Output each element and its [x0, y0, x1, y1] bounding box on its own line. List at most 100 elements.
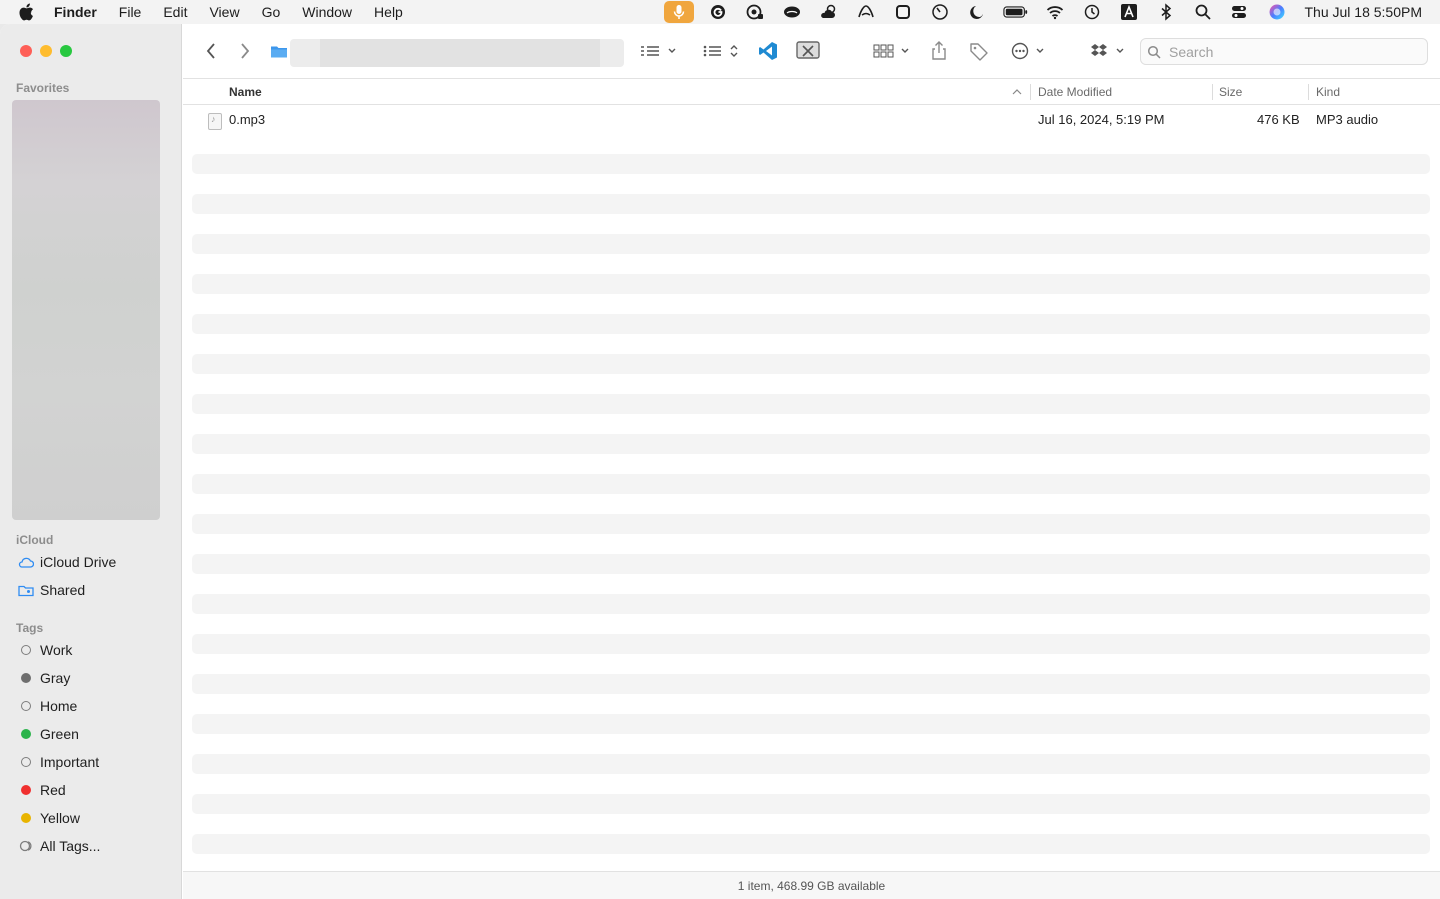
- tag-green-dot-icon: [21, 729, 31, 739]
- tag-home[interactable]: Home: [18, 696, 77, 716]
- sort-ascending-icon[interactable]: [1012, 79, 1022, 105]
- focus-moon-icon[interactable]: [964, 2, 990, 22]
- zoom-window-button[interactable]: [60, 45, 72, 57]
- column-size[interactable]: Size: [1219, 79, 1242, 105]
- menu-window[interactable]: Window: [302, 4, 352, 20]
- dropbox-button[interactable]: [1089, 38, 1129, 64]
- empty-row: [192, 714, 1430, 734]
- menu-edit[interactable]: Edit: [163, 4, 187, 20]
- column-kind[interactable]: Kind: [1316, 79, 1340, 105]
- file-date-modified: Jul 16, 2024, 5:19 PM: [1038, 112, 1165, 127]
- more-actions-button[interactable]: [1009, 38, 1049, 64]
- empty-row: [192, 834, 1430, 854]
- menu-bar: Finder File Edit View Go Window Help Thu…: [0, 0, 1440, 24]
- column-divider[interactable]: [1308, 84, 1309, 100]
- microphone-icon[interactable]: [664, 1, 695, 23]
- empty-row: [192, 314, 1430, 334]
- spotlight-search-icon[interactable]: [1190, 2, 1216, 22]
- tag-label: All Tags...: [40, 838, 101, 854]
- chevron-right-icon: [241, 43, 250, 59]
- empty-row: [192, 354, 1430, 374]
- wifi-icon[interactable]: [1042, 2, 1068, 22]
- apple-menu-icon[interactable]: [18, 3, 40, 21]
- search-field[interactable]: Search: [1140, 38, 1428, 65]
- tag-empty-dot-icon: [21, 701, 31, 711]
- grammarly-icon[interactable]: [705, 2, 731, 22]
- menu-go[interactable]: Go: [262, 4, 281, 20]
- empty-row: [192, 154, 1430, 174]
- forward-button[interactable]: [235, 38, 255, 64]
- table-row[interactable]: 0.mp3 Jul 16, 2024, 5:19 PM 476 KB MP3 a…: [183, 109, 1440, 131]
- app-square-icon[interactable]: [890, 2, 916, 22]
- arc-icon[interactable]: [853, 2, 879, 22]
- tag-label: Gray: [40, 670, 71, 686]
- column-divider[interactable]: [1030, 84, 1031, 100]
- group-by-button[interactable]: [701, 38, 741, 64]
- shared-folder-icon: [18, 582, 34, 598]
- cloud-sync-icon[interactable]: [779, 2, 805, 22]
- siri-icon[interactable]: [1264, 2, 1290, 22]
- audio-file-icon: [208, 113, 222, 130]
- arrange-grid-button[interactable]: [871, 38, 913, 64]
- sidebar-item-icloud-drive[interactable]: iCloud Drive: [18, 552, 116, 572]
- menu-view[interactable]: View: [209, 4, 239, 20]
- dropbox-icon: [1091, 44, 1124, 56]
- tag-work[interactable]: Work: [18, 640, 72, 660]
- input-source-icon[interactable]: [1116, 2, 1142, 22]
- column-divider[interactable]: [1212, 84, 1213, 100]
- view-options-button[interactable]: [638, 38, 678, 64]
- time-machine-icon[interactable]: [1079, 2, 1105, 22]
- tags-header: Tags: [16, 621, 44, 635]
- tag-important[interactable]: Important: [18, 752, 99, 772]
- vscode-icon[interactable]: [755, 38, 781, 64]
- tag-label: Red: [40, 782, 66, 798]
- status-menu-area: Thu Jul 18 5:50PM: [653, 0, 1422, 24]
- tag-yellow[interactable]: Yellow: [18, 808, 80, 828]
- control-center-icon[interactable]: [1227, 2, 1253, 22]
- icloud-header: iCloud: [16, 533, 54, 547]
- ellipsis-circle-icon: [1011, 42, 1044, 60]
- copilot-icon[interactable]: [742, 2, 768, 22]
- back-button[interactable]: [201, 38, 221, 64]
- empty-row: [192, 794, 1430, 814]
- empty-row: [192, 634, 1430, 654]
- tag-gray-dot-icon: [21, 673, 31, 683]
- share-button[interactable]: [928, 38, 950, 64]
- file-list: 0.mp3 Jul 16, 2024, 5:19 PM 476 KB MP3 a…: [183, 105, 1440, 894]
- empty-row: [192, 754, 1430, 774]
- battery-icon[interactable]: [1001, 2, 1031, 22]
- file-kind: MP3 audio: [1316, 112, 1379, 127]
- tag-label: Work: [40, 642, 73, 658]
- tag-all-tags[interactable]: All Tags...: [18, 836, 100, 856]
- tag-green[interactable]: Green: [18, 724, 79, 744]
- status-bar: 1 item, 468.99 GB available: [183, 871, 1440, 899]
- bluetooth-icon[interactable]: [1153, 2, 1179, 22]
- path-field-redacted: [290, 39, 624, 67]
- file-name: 0.mp3: [229, 112, 266, 127]
- favorites-list-redacted: [12, 100, 160, 520]
- tag-button[interactable]: [968, 38, 990, 64]
- tag-label: Yellow: [40, 810, 80, 826]
- menu-help[interactable]: Help: [374, 4, 403, 20]
- column-date-modified[interactable]: Date Modified: [1038, 79, 1112, 105]
- weather-icon[interactable]: [816, 2, 842, 22]
- sidebar: Favorites iCloud iCloud Drive Shared Tag…: [0, 24, 182, 899]
- menu-app-finder[interactable]: Finder: [54, 4, 97, 20]
- column-name[interactable]: Name: [229, 79, 262, 105]
- close-window-button[interactable]: [20, 45, 32, 57]
- grid-icon: [873, 44, 909, 58]
- timer-icon[interactable]: [927, 2, 953, 22]
- empty-row: [192, 594, 1430, 614]
- empty-row: [192, 234, 1430, 254]
- tag-red[interactable]: Red: [18, 780, 66, 800]
- sidebar-item-shared[interactable]: Shared: [18, 580, 85, 600]
- minimize-window-button[interactable]: [40, 45, 52, 57]
- app-extension-icon[interactable]: [793, 38, 823, 64]
- menu-file[interactable]: File: [119, 4, 142, 20]
- folder-icon: [268, 38, 290, 64]
- menubar-clock[interactable]: Thu Jul 18 5:50PM: [1304, 4, 1422, 20]
- share-icon: [932, 41, 946, 60]
- column-header: Name Date Modified Size Kind: [183, 78, 1440, 105]
- tag-gray[interactable]: Gray: [18, 668, 70, 688]
- tag-label: Home: [40, 698, 78, 714]
